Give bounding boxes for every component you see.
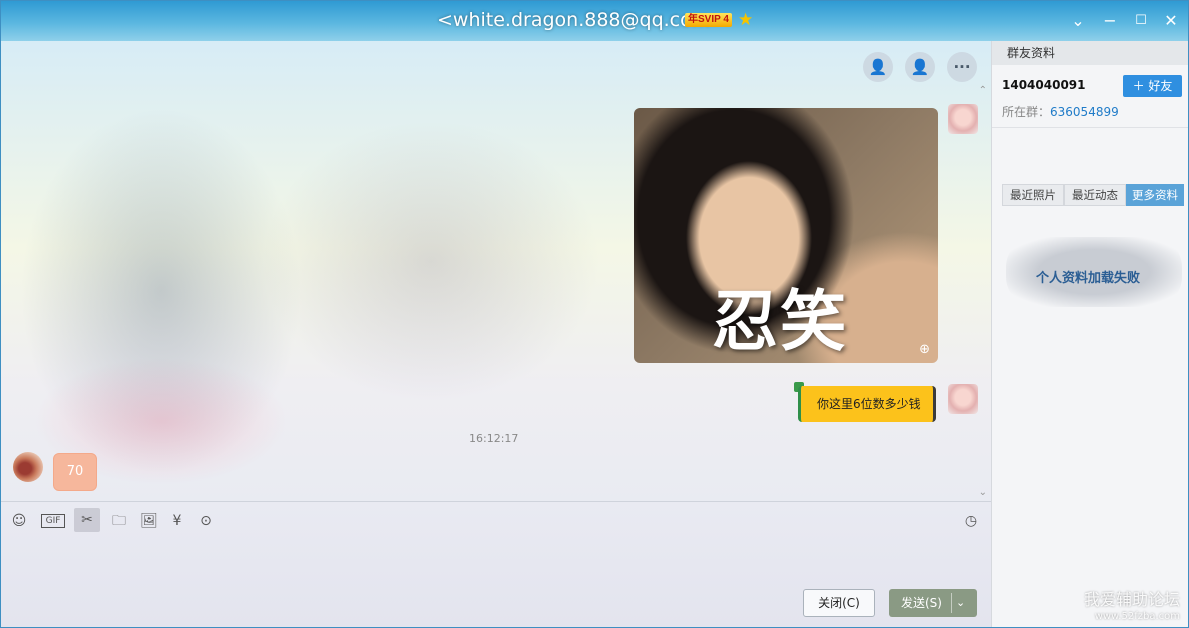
avatar[interactable] — [13, 452, 43, 482]
window-title: <white.dragon.888@qq.com> — [437, 9, 727, 31]
qq-number: 1404040091 — [1002, 78, 1086, 92]
chat-window: <white.dragon.888@qq.com> 年SVIP 4 ★ ⌄ − … — [0, 0, 1189, 628]
watermark-title: 我爱辅助论坛 — [1083, 590, 1180, 609]
zoom-in-icon[interactable]: ⊕ — [919, 342, 930, 357]
panel-header: 群友资料 — [992, 41, 1188, 65]
chevron-down-icon[interactable]: ⌄ — [1068, 11, 1088, 31]
tab-recent-photos[interactable]: 最近照片 — [1002, 184, 1064, 206]
minimize-icon[interactable]: − — [1100, 11, 1120, 31]
add-contact-icon[interactable]: 👤 — [863, 52, 893, 82]
message-timestamp: 16:12:17 — [469, 432, 519, 445]
send-label: 发送(S) — [901, 596, 942, 610]
profile-panel: 群友资料 1404040091 ＋ 好友 所在群：636054899 最近照片 … — [991, 41, 1188, 627]
emoji-icon[interactable]: ☺ — [9, 511, 29, 531]
divider — [951, 593, 952, 613]
watermark: 我爱辅助论坛 www.52fzba.com — [1084, 591, 1180, 625]
chevron-down-icon[interactable]: ⌄ — [956, 589, 965, 617]
maximize-icon[interactable]: ☐ — [1131, 11, 1151, 31]
image-icon[interactable]: 🖼 — [139, 511, 159, 531]
message-text: 你这里6位数多少钱 — [817, 397, 921, 411]
contact-settings-icon[interactable]: 👤 — [905, 52, 935, 82]
add-friend-button[interactable]: ＋ 好友 — [1123, 75, 1182, 97]
avatar[interactable] — [948, 104, 978, 134]
avatar[interactable] — [948, 384, 978, 414]
tab-recent-activity[interactable]: 最近动态 — [1064, 184, 1126, 206]
close-icon[interactable]: ✕ — [1161, 11, 1181, 31]
message-text: 70 — [66, 464, 84, 479]
group-number[interactable]: 636054899 — [1050, 105, 1119, 119]
close-button[interactable]: 关闭(C) — [803, 589, 875, 617]
add-friend-label: 好友 — [1148, 79, 1173, 93]
scroll-down-icon[interactable]: ⌄ — [979, 487, 987, 498]
outgoing-message[interactable]: 你这里6位数多少钱 — [798, 386, 936, 422]
history-clock-icon[interactable]: ◷ — [961, 511, 981, 531]
more-icon[interactable]: ··· — [947, 52, 977, 82]
red-packet-icon[interactable]: ¥ — [167, 511, 187, 531]
scissors-icon[interactable]: ✂ — [74, 508, 100, 532]
divider — [992, 127, 1188, 128]
send-button[interactable]: 发送(S) ⌄ — [889, 589, 977, 617]
tab-more-info[interactable]: 更多资料 — [1126, 184, 1184, 206]
star-icon[interactable]: ★ — [738, 10, 753, 30]
gif-icon[interactable]: GIF — [41, 514, 65, 528]
message-input-area[interactable]: ☺ GIF ✂ 🗀 🖼 ¥ ⊙ ◷ 关闭(C) 发送(S) ⌄ — [1, 501, 991, 627]
scroll-up-icon[interactable]: ⌃ — [979, 85, 987, 96]
image-caption: 忍笑 — [712, 283, 848, 360]
plus-icon: ＋ — [1132, 79, 1145, 93]
load-error-message: 个人资料加载失败 — [1036, 271, 1141, 286]
incoming-message[interactable]: 70 — [53, 453, 97, 491]
message-area[interactable]: 👤 👤 ··· ⌃ 忍笑 ⊕ 你这里6位数多少钱 16:12:17 70 ⌄ — [1, 41, 991, 501]
group-label: 所在群： — [1002, 105, 1051, 119]
title-bar: <white.dragon.888@qq.com> 年SVIP 4 ★ ⌄ − … — [1, 1, 1188, 41]
folder-icon[interactable]: 🗀 — [109, 511, 129, 531]
image-message[interactable]: 忍笑 ⊕ — [634, 108, 938, 363]
watermark-url: www.52fzba.com — [1094, 611, 1180, 622]
vip-badge[interactable]: 年SVIP 4 — [685, 13, 732, 27]
group-info: 所在群：636054899 — [1002, 103, 1119, 120]
more-dots-icon[interactable]: ⊙ — [196, 511, 216, 531]
